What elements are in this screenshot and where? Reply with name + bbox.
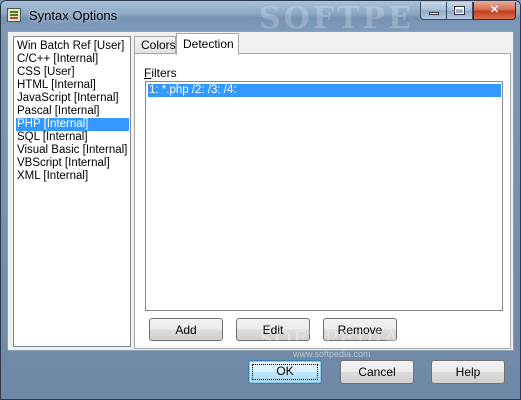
- add-button[interactable]: Add: [149, 318, 223, 341]
- syntax-item-html[interactable]: HTML [Internal]: [16, 79, 129, 92]
- tab-colors[interactable]: Colors: [134, 36, 176, 54]
- syntax-item-sql[interactable]: SQL [Internal]: [16, 131, 129, 144]
- detection-panel: Filters 1: *.php /2: /3: /4: Add Edit Re…: [134, 53, 511, 349]
- ok-button[interactable]: OK: [248, 360, 322, 384]
- close-icon: ✕: [489, 4, 500, 16]
- syntax-item-visual-basic[interactable]: Visual Basic [Internal]: [16, 144, 129, 157]
- minimize-icon: [429, 12, 439, 15]
- tab-detection[interactable]: Detection: [176, 33, 239, 55]
- ok-button-label: OK: [276, 364, 294, 378]
- syntax-item-php[interactable]: PHP [Internal]: [16, 118, 129, 131]
- syntax-item-pascal[interactable]: Pascal [Internal]: [16, 105, 129, 118]
- syntax-item-javascript[interactable]: JavaScript [Internal]: [16, 92, 129, 105]
- help-button[interactable]: Help: [431, 360, 505, 384]
- syntax-item-cpp[interactable]: C/C++ [Internal]: [16, 53, 129, 66]
- window-title: Syntax Options: [29, 8, 118, 23]
- filter-item[interactable]: 1: *.php /2: /3: /4:: [148, 84, 501, 97]
- footer-watermark: SOFTPEDIA: [259, 326, 401, 350]
- cancel-button[interactable]: Cancel: [340, 360, 414, 384]
- syntax-item-win-batch-ref[interactable]: Win Batch Ref [User]: [16, 40, 129, 53]
- app-icon[interactable]: [7, 8, 21, 22]
- filters-label-text: ilters: [151, 66, 177, 80]
- filters-label: Filters: [144, 66, 177, 80]
- footer-watermark-url: www.softpedia.com: [293, 349, 371, 359]
- maximize-button[interactable]: [447, 2, 473, 20]
- minimize-button[interactable]: [420, 2, 447, 20]
- syntax-options-window: Syntax Options SOFTPE ✕ Win Batch Ref [U…: [0, 0, 521, 400]
- syntax-item-vbscript[interactable]: VBScript [Internal]: [16, 157, 129, 170]
- syntax-item-xml[interactable]: XML [Internal]: [16, 170, 129, 183]
- maximize-icon: [454, 6, 465, 15]
- close-button[interactable]: ✕: [473, 2, 516, 20]
- filters-list[interactable]: 1: *.php /2: /3: /4:: [145, 81, 503, 311]
- title-bar[interactable]: Syntax Options SOFTPE ✕: [1, 1, 520, 36]
- syntax-item-css[interactable]: CSS [User]: [16, 66, 129, 79]
- syntax-list[interactable]: Win Batch Ref [User] C/C++ [Internal] CS…: [13, 36, 131, 347]
- dialog-client-area: Win Batch Ref [User] C/C++ [Internal] CS…: [7, 31, 514, 351]
